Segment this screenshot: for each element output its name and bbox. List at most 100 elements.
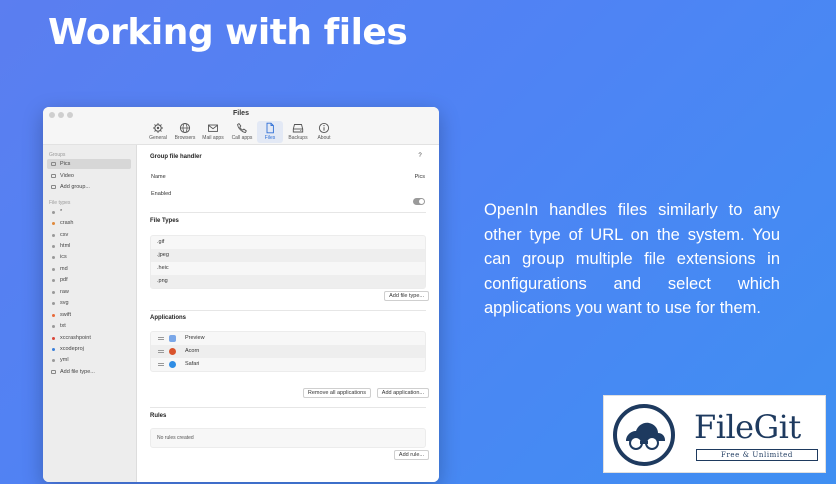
sidebar-filetype-item[interactable]: yml (47, 355, 131, 365)
toolbar-files-tab[interactable]: Files (257, 121, 283, 143)
sidebar-filetype-item[interactable]: ics (47, 252, 131, 262)
sidebar-filetype-label: md (60, 266, 68, 272)
remove-all-applications-button[interactable]: Remove all applications (302, 388, 371, 398)
file-type-icon (52, 324, 55, 328)
rules-list: No rules created (150, 428, 426, 448)
sidebar-filetype-label: crash (60, 220, 74, 226)
sidebar-filetype-item[interactable]: xccrashpoint (47, 333, 131, 343)
folder-icon (51, 174, 56, 178)
toolbar-browsers-tab[interactable]: Browsers (172, 121, 198, 143)
rules-title: Rules (150, 413, 167, 419)
toolbar-mail-label: Mail apps (202, 135, 224, 141)
add-group-label: Add group... (60, 184, 90, 190)
file-types-list: .gif .jpeg .heic .png (150, 235, 426, 289)
file-type-icon (52, 336, 55, 340)
add-file-type-label: Add file type... (60, 369, 95, 375)
safari-app-icon (169, 361, 176, 368)
file-type-icon (52, 290, 55, 294)
applications-list: Preview Acorn Safari (150, 331, 426, 372)
sidebar-filetype-item[interactable]: crash (47, 218, 131, 228)
file-type-icon (52, 210, 55, 214)
file-type-row[interactable]: .jpeg (151, 249, 425, 262)
file-type-row[interactable]: .gif (151, 236, 425, 249)
sidebar-filetype-item[interactable]: raw (47, 287, 131, 297)
toolbar-general-tab[interactable]: General (145, 121, 171, 143)
sidebar: Groups Pics Video Add group... File type… (43, 145, 137, 482)
file-types-title: File Types (150, 218, 179, 224)
sidebar-filetype-label: txt (60, 323, 66, 329)
enabled-toggle[interactable] (413, 198, 425, 205)
group-handler-title: Group file handler (150, 154, 202, 160)
toolbar-general-label: General (149, 135, 167, 141)
info-icon (318, 122, 330, 134)
sidebar-filetype-label: csv (60, 232, 69, 238)
sidebar-group-label: Video (60, 173, 74, 179)
add-file-type-button[interactable]: Add file type... (384, 291, 429, 301)
toolbar-call-tab[interactable]: Call apps (229, 121, 255, 143)
sidebar-filetype-item[interactable]: svg (47, 298, 131, 308)
sidebar-filetype-item[interactable]: xcodeproj (47, 344, 131, 354)
toolbar-about-tab[interactable]: About (311, 121, 337, 143)
plus-icon (51, 370, 56, 374)
sidebar-filetype-item[interactable]: html (47, 241, 131, 251)
filegit-logo-icon (613, 404, 675, 466)
sidebar-filetype-label: xccrashpoint (60, 335, 91, 341)
add-group-button[interactable]: Add group... (47, 182, 131, 192)
sidebar-filetype-item[interactable]: swift (47, 310, 131, 320)
help-button[interactable]: ? (415, 151, 425, 161)
drag-handle-icon[interactable] (158, 363, 164, 366)
toolbar-about-label: About (317, 135, 331, 141)
sidebar-filetype-label: xcodeproj (60, 346, 84, 352)
file-type-icon (52, 244, 55, 248)
preview-app-icon (169, 335, 176, 342)
feature-description: OpenIn handles files similarly to any ot… (484, 201, 780, 317)
filegit-name: FileGit (694, 408, 801, 446)
enabled-label: Enabled (151, 191, 172, 197)
sidebar-group-pics[interactable]: Pics (47, 159, 131, 169)
sidebar-filetype-label: swift (60, 312, 71, 318)
add-rule-button[interactable]: Add rule... (393, 450, 429, 460)
application-row[interactable]: Acorn (151, 345, 425, 358)
drag-handle-icon[interactable] (158, 350, 164, 353)
applications-title: Applications (150, 315, 187, 321)
name-label: Name (151, 174, 166, 180)
file-type-icon (52, 221, 55, 225)
page-headline: Working with files (48, 12, 408, 53)
name-value[interactable]: Pics (415, 174, 425, 180)
divider (150, 407, 426, 408)
application-row[interactable]: Safari (151, 358, 425, 371)
toolbar-backups-tab[interactable]: Backups (285, 121, 311, 143)
drag-handle-icon[interactable] (158, 337, 164, 340)
sidebar-filetype-item[interactable]: csv (47, 230, 131, 240)
file-type-row[interactable]: .heic (151, 262, 425, 275)
file-type-icon (52, 255, 55, 259)
file-type-icon (52, 358, 55, 362)
globe-icon (179, 122, 191, 134)
sidebar-filetype-label: yml (60, 357, 69, 363)
application-row[interactable]: Preview (151, 332, 425, 345)
application-name: Safari (185, 361, 200, 367)
file-type-icon (52, 278, 55, 282)
add-file-type-sidebar-button[interactable]: Add file type... (47, 367, 131, 377)
filegit-badge: FileGit Free & Unlimited (603, 395, 826, 473)
toolbar-backups-label: Backups (288, 135, 308, 141)
sidebar-filetype-label: raw (60, 289, 69, 295)
sidebar-filetype-item[interactable]: md (47, 264, 131, 274)
sidebar-filetype-item[interactable]: txt (47, 321, 131, 331)
add-application-button[interactable]: Add application... (376, 388, 429, 398)
file-type-row[interactable]: .png (151, 275, 425, 288)
file-type-icon (52, 267, 55, 271)
sidebar-filetype-item[interactable]: * (47, 207, 131, 217)
file-type-icon (52, 347, 55, 351)
window-title: Files (233, 110, 249, 117)
window-titlebar: Files General Browsers Mail apps Call ap… (43, 107, 439, 145)
rules-empty-text: No rules created (157, 435, 194, 441)
sidebar-group-video[interactable]: Video (47, 171, 131, 181)
application-name: Preview (185, 335, 205, 341)
sidebar-filetype-item[interactable]: pdf (47, 275, 131, 285)
toolbar-files-label: Files (264, 135, 276, 141)
toolbar-mail-tab[interactable]: Mail apps (200, 121, 226, 143)
sidebar-filetype-label: html (60, 243, 71, 249)
file-type-icon (52, 313, 55, 317)
sidebar-filetype-label: svg (60, 300, 69, 306)
